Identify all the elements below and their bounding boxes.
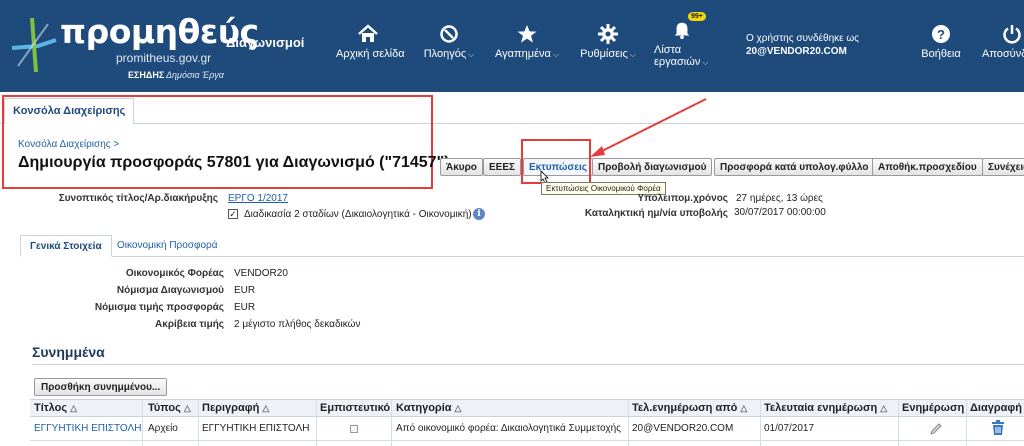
- info-icon[interactable]: i: [473, 208, 485, 220]
- nav-home[interactable]: Αρχική σελίδα: [336, 24, 405, 60]
- summary-title-link[interactable]: ΕΡΓΟ 1/2017: [228, 193, 288, 204]
- logo-tagline: Δημόσια Έργα: [166, 70, 224, 80]
- col-type[interactable]: Τύπος △: [148, 402, 191, 414]
- chevron-down-icon: ⌵: [629, 50, 636, 59]
- sort-icon: △: [262, 403, 270, 413]
- nav-navigator[interactable]: Πλοηγός ⌵: [418, 24, 480, 60]
- offer-currency-label: Νόμισμα τιμής προσφοράς: [94, 302, 224, 313]
- help-icon: ?: [932, 25, 950, 43]
- nav-worklist-label: Λίστα: [654, 44, 682, 56]
- chevron-down-icon: ⌵: [468, 50, 475, 59]
- col-updated-on[interactable]: Τελευταία ενημέρωση △: [764, 402, 887, 414]
- two-stage-label: Διαδικασία 2 σταδίων (Δικαιολογητικά - Ο…: [244, 209, 472, 220]
- nav-settings[interactable]: Ρυθμίσεις ⌵: [576, 24, 640, 60]
- app-name: Διαγωνισμοί: [226, 35, 305, 50]
- nav-logout-label: Αποσύνδεση: [982, 48, 1024, 60]
- price-precision-value: 2 μέγιστο πλήθος δεκαδικών: [234, 319, 361, 330]
- bell-icon: [674, 22, 690, 40]
- chevron-down-icon: ⌵: [702, 58, 709, 67]
- save-draft-button[interactable]: Αποθήκ.προσχεδίου: [872, 158, 983, 176]
- attachment-updated-on: 01/07/2017: [764, 423, 815, 434]
- spreadsheet-offer-button[interactable]: Προσφορά κατά υπολογ.φύλλο: [714, 158, 875, 176]
- svg-text:?: ?: [937, 27, 945, 42]
- home-icon: [358, 24, 378, 42]
- remaining-time-value: 27 ημέρες, 13 ώρες: [736, 193, 823, 204]
- logged-in-user: Ο χρήστης συνδέθηκε ως 20@VENDOR20.COM: [746, 32, 859, 58]
- nav-home-label: Αρχική σελίδα: [336, 48, 405, 60]
- attachment-type: Αρχείο: [148, 423, 178, 434]
- col-category[interactable]: Κατηγορία △: [396, 402, 461, 414]
- continue-button[interactable]: Συνέχεια: [982, 158, 1024, 176]
- cancel-button[interactable]: Άκυρο: [440, 158, 483, 176]
- section-divider: [32, 364, 1024, 365]
- sort-icon: △: [880, 403, 888, 413]
- star-icon: [517, 25, 537, 43]
- sort-icon: △: [183, 403, 191, 413]
- attachments-table-header: Τίτλος △ Τύπος △ Περιγραφή △ Εμπιστευτικό Κ…: [30, 399, 1024, 417]
- tender-currency-value: EUR: [234, 285, 256, 296]
- vendor-value: VENDOR20: [234, 268, 288, 279]
- navigator-icon: [440, 25, 458, 43]
- logo-esidis: ΕΣΗΔΗΣ: [128, 70, 165, 80]
- gear-icon: [598, 24, 618, 44]
- price-precision-label: Ακρίβεια τιμής: [155, 319, 224, 330]
- attachment-description: ΕΓΓΥΗΤΙΚΗ ΕΠΙΣΤΟΛΗ: [202, 423, 310, 434]
- nav-navigator-label: Πλοηγός: [423, 48, 467, 60]
- col-title[interactable]: Τίτλος △: [34, 402, 77, 414]
- pencil-icon[interactable]: [928, 421, 944, 437]
- logo-url: promitheus.gov.gr: [116, 51, 212, 65]
- vendor-label: Οικονομικός Φορέας: [125, 268, 224, 279]
- promitheus-logo[interactable]: προμηθεύς promitheus.gov.gr ΕΣΗΔΗΣ Δημόσ…: [8, 8, 259, 86]
- eees-button[interactable]: ΕΕΕΣ: [483, 158, 522, 176]
- user-line-1: Ο χρήστης συνδέθηκε ως: [746, 33, 859, 44]
- annotation-arrow-icon: [590, 98, 707, 157]
- sort-icon: △: [454, 403, 462, 413]
- logo-cross-icon: [11, 17, 57, 73]
- col-updated-by[interactable]: Τελ.ενημέρωση από △: [632, 402, 747, 414]
- remaining-time-label: Υπολειπομ.χρόνος: [637, 193, 728, 204]
- summary-title-label: Συνοπτικός τίτλος/Αρ.διακήρυξης: [58, 193, 218, 204]
- chevron-down-icon: ⌵: [552, 50, 559, 59]
- col-update: Ενημέρωση: [902, 402, 965, 414]
- trash-icon[interactable]: [991, 420, 1005, 436]
- nav-logout[interactable]: Αποσύνδεση: [982, 24, 1024, 60]
- page-title: Δημιουργία προσφοράς 57801 για Διαγωνισμ…: [18, 154, 450, 171]
- tab-general-info[interactable]: Γενικά Στοιχεία: [20, 235, 112, 257]
- sort-icon: △: [740, 403, 748, 413]
- app-header: προμηθεύς promitheus.gov.gr ΕΣΗΔΗΣ Δημόσ…: [0, 0, 1024, 92]
- add-attachment-button[interactable]: Προσθήκη συνημμένου...: [34, 378, 168, 396]
- deadline-label: Καταληκτική ημ/νία υποβολής: [584, 208, 728, 219]
- nav-favorites-label: Αγαπημένα: [495, 48, 551, 60]
- offer-currency-value: EUR: [234, 302, 256, 313]
- tender-currency-label: Νόμισμα Διαγωνισμού: [116, 285, 224, 296]
- sort-icon: △: [70, 403, 78, 413]
- tab-financial-offer[interactable]: Οικονομική Προσφορά: [108, 235, 226, 257]
- attachment-updated-by: 20@VENDOR20.COM: [632, 423, 734, 434]
- col-description[interactable]: Περιγραφή △: [202, 402, 269, 414]
- user-email: 20@VENDOR20.COM: [746, 46, 847, 57]
- breadcrumb[interactable]: Κονσόλα Διαχείρισης >: [18, 139, 119, 150]
- worklist-badge: 99+: [688, 12, 706, 21]
- power-icon: [1003, 25, 1021, 44]
- nav-settings-label: Ρυθμίσεις: [580, 48, 628, 60]
- deadline-value: 30/07/2017 00:00:00: [734, 207, 826, 218]
- attachment-title-link[interactable]: ΕΓΓΥΗΤΙΚΗ ΕΠΙΣΤΟΛΗ: [34, 423, 141, 434]
- table-row: ΕΓΓΥΗΤΙΚΗ ΕΠΙΣΤΟΛΗ Αρχείο ΕΓΓΥΗΤΙΚΗ ΕΠΙΣ…: [30, 417, 1024, 441]
- nav-help-label: Βοήθεια: [921, 48, 961, 60]
- attachment-category: Από οικονομικό φορέα: Δικαιολογητικά Συμ…: [396, 423, 621, 434]
- nav-worklist[interactable]: 99+ Λίστα εργασιών ⌵: [652, 12, 712, 69]
- detail-subtabs: Γενικά Στοιχεία Οικονομική Προσφορά: [20, 235, 1024, 257]
- attachments-title: Συνημμένα: [32, 344, 105, 360]
- col-delete: Διαγραφή: [970, 402, 1022, 414]
- confidential-checkbox: [350, 425, 358, 433]
- col-confidential: Εμπιστευτικό: [320, 402, 391, 414]
- nav-worklist-label-2: εργασιών: [654, 56, 701, 68]
- two-stage-checkbox[interactable]: ✓: [228, 209, 238, 219]
- nav-favorites[interactable]: Αγαπημένα ⌵: [494, 24, 560, 60]
- nav-help[interactable]: ? Βοήθεια: [916, 24, 966, 60]
